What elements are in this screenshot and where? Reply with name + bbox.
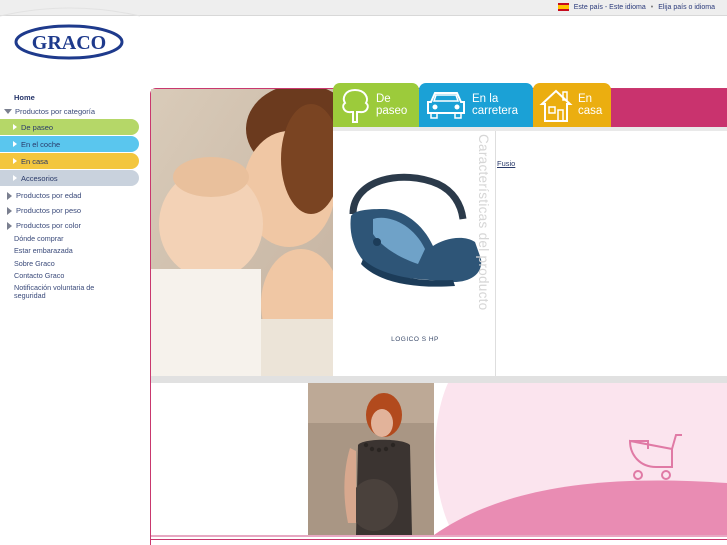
- hero-photo-children: [151, 89, 333, 376]
- product-features-title: Características del producto: [476, 134, 491, 311]
- house-icon: [539, 89, 573, 122]
- fusio-link[interactable]: Fusio: [497, 159, 515, 168]
- footer-border: [151, 539, 727, 540]
- category-label: En casa: [21, 156, 49, 166]
- category-label: De paseo: [21, 122, 54, 132]
- tab-bar-band: [610, 89, 727, 127]
- nav-safety-notice[interactable]: Notificación voluntaria de seguridad: [14, 284, 114, 300]
- divider: [495, 131, 496, 376]
- tab-en-la-carretera[interactable]: En la carretera: [419, 83, 533, 127]
- nav-home[interactable]: Home: [14, 92, 140, 104]
- chevron-right-icon: [13, 158, 17, 164]
- nav-contact[interactable]: Contacto Graco: [14, 270, 140, 282]
- tree-icon: [342, 88, 369, 123]
- tab-label: En la carretera: [472, 93, 519, 117]
- chevron-right-icon: [13, 141, 17, 147]
- nav-item-label: Productos por peso: [16, 206, 82, 215]
- banner-pink-background: [434, 383, 727, 535]
- category-en-el-coche[interactable]: En el coche: [0, 136, 139, 152]
- category-label: Accesorios: [21, 173, 58, 183]
- banner-blank-area: [151, 383, 308, 535]
- chevron-right-icon: [7, 191, 12, 200]
- tab-en-casa[interactable]: En casa: [533, 83, 611, 127]
- car-icon: [427, 92, 465, 119]
- tab-label: En casa: [578, 93, 603, 117]
- chevron-right-icon: [13, 124, 17, 130]
- nav-item-label: Productos por edad: [16, 191, 82, 200]
- nav-categories[interactable]: Productos por categoría: [4, 104, 140, 118]
- category-en-casa[interactable]: En casa: [0, 153, 139, 169]
- chevron-right-icon: [7, 221, 12, 230]
- tab-label: De paseo: [376, 93, 408, 117]
- pregnant-woman-photo: [308, 383, 440, 535]
- car-seat-image[interactable]: [343, 164, 488, 294]
- product-name[interactable]: LOGICO S HP: [385, 336, 445, 343]
- category-accesorios[interactable]: Accesorios: [0, 170, 139, 186]
- nav-item-label: Productos por color: [16, 221, 82, 230]
- separator: •: [650, 3, 654, 11]
- country-selector: Este país - Este idioma • Elija país o i…: [557, 3, 715, 11]
- chevron-down-icon: [4, 108, 12, 114]
- nav-about[interactable]: Sobre Graco: [14, 258, 140, 270]
- nav-by-age[interactable]: Productos por edad: [7, 188, 140, 203]
- nav-by-weight[interactable]: Productos por peso: [7, 203, 140, 218]
- chevron-right-icon: [7, 206, 12, 215]
- tab-de-paseo[interactable]: De paseo: [333, 83, 419, 127]
- chevron-right-icon: [13, 175, 17, 181]
- nav-where-to-buy[interactable]: Dónde comprar: [14, 233, 140, 245]
- graco-logo[interactable]: GRACO: [14, 24, 124, 60]
- logo-text: GRACO: [32, 32, 106, 54]
- choose-country-link[interactable]: Elija país o idioma: [658, 4, 715, 11]
- category-label: En el coche: [21, 139, 61, 149]
- category-de-paseo[interactable]: De paseo: [0, 119, 139, 135]
- spain-flag-icon: [557, 3, 569, 11]
- sidebar: Home Productos por categoría De paseo En…: [0, 92, 140, 300]
- footer-line: [151, 535, 727, 537]
- nav-by-color[interactable]: Productos por color: [7, 218, 140, 233]
- separator-strip: [151, 376, 727, 383]
- current-country-link[interactable]: Este país - Este idioma: [574, 4, 646, 11]
- nav-categories-label: Productos por categoría: [15, 106, 96, 116]
- nav-pregnancy[interactable]: Estar embarazada: [14, 245, 140, 257]
